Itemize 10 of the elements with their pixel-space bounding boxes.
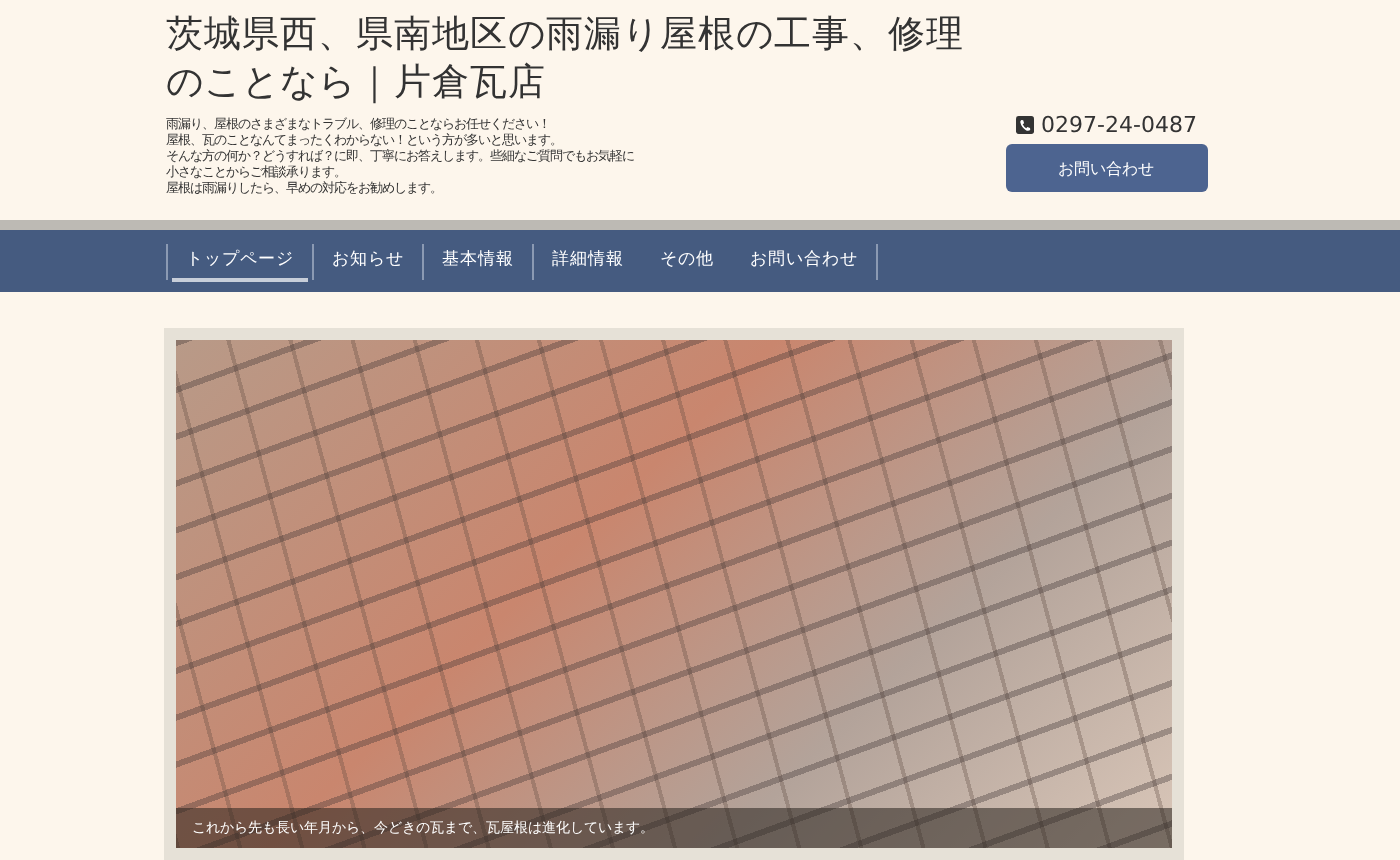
- contact-button[interactable]: お問い合わせ: [1005, 144, 1207, 192]
- site-title: 茨城県西、県南地区の雨漏り屋根の工事、修理のことなら｜片倉瓦店: [166, 12, 966, 108]
- phone-icon: [1015, 116, 1034, 134]
- nav-link[interactable]: 基本情報: [428, 240, 528, 282]
- phone-number: 0297-24-0487: [1041, 112, 1197, 138]
- nav-link[interactable]: お知らせ: [318, 240, 418, 282]
- nav-link[interactable]: トップページ: [172, 240, 308, 282]
- nav-link[interactable]: 詳細情報: [538, 240, 638, 282]
- nav-link[interactable]: お問い合わせ: [736, 240, 872, 282]
- nav-link[interactable]: その他: [646, 240, 728, 282]
